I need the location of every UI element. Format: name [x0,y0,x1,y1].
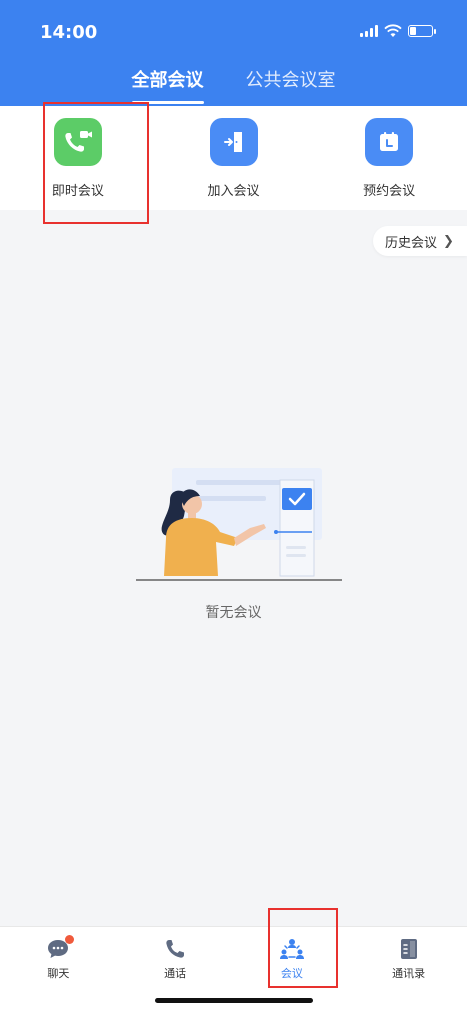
wifi-icon [384,24,402,37]
nav-item-chat[interactable]: 聊天 [0,927,117,1011]
instant-meeting-highlight [43,102,149,224]
nav-calls-label: 通话 [164,967,187,980]
meeting-tab-highlight [268,908,338,988]
chat-icon [45,935,75,961]
battery-icon [408,25,436,37]
join-door-icon [209,118,258,166]
home-indicator [155,998,313,1003]
top-header: 14:00 全部会议 公共会议室 [0,0,467,106]
nav-contacts-label: 通讯录 [392,967,426,980]
chevron-right-icon: ❯ [443,233,454,249]
contacts-icon [396,937,422,961]
signal-icon [360,25,378,37]
history-label: 历史会议 [385,235,438,251]
tab-public-rooms[interactable]: 公共会议室 [246,66,336,104]
nav-item-contacts[interactable]: 通讯录 [350,927,467,1011]
meeting-tabs: 全部会议 公共会议室 [0,66,467,104]
status-time: 14:00 [40,22,98,43]
schedule-meeting-label: 预约会议 [363,184,416,199]
join-meeting-label: 加入会议 [207,184,260,199]
empty-state-text: 暂无会议 [205,605,262,621]
nav-chat-label: 聊天 [47,967,70,980]
join-meeting-button[interactable]: 加入会议 [156,106,312,210]
phone-icon [162,937,188,961]
empty-state-illustration [136,468,342,581]
tab-all-meetings[interactable]: 全部会议 [131,66,204,104]
schedule-meeting-button[interactable]: 预约会议 [311,106,467,210]
calendar-icon [365,118,414,166]
history-meetings-button[interactable]: 历史会议 ❯ [373,226,467,256]
unread-badge [65,935,75,944]
status-icons [360,24,436,38]
